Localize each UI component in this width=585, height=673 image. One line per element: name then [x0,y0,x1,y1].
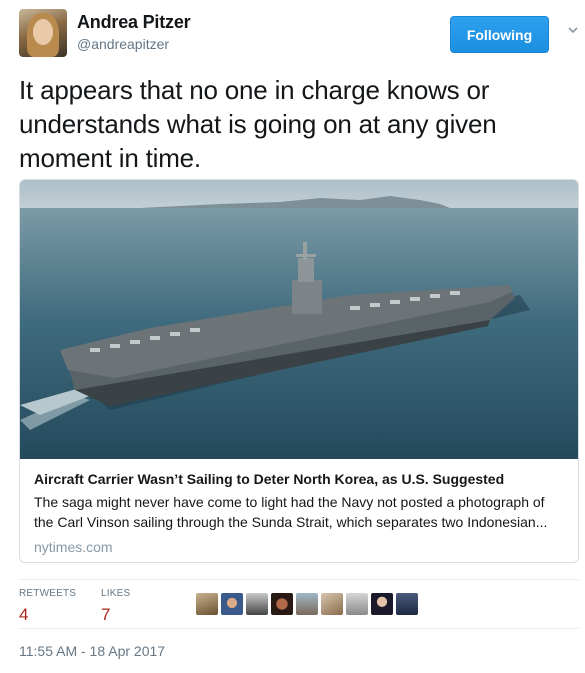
retweets-stat[interactable]: RETWEETS 4 [19,588,76,625]
author-avatar[interactable] [19,9,67,57]
following-button[interactable]: Following [450,16,549,53]
tweet-text-line: understands what is going on at any give… [19,109,497,139]
card-description: The saga might never have come to light … [34,492,569,532]
author-handle[interactable]: @andreapitzer [77,36,190,52]
card-description-line: The saga might never have come to light … [34,494,545,510]
likes-label: LIKES [101,588,131,599]
tweet-text-line: moment in time. [19,143,201,173]
tweet-timestamp[interactable]: 11:55 AM - 18 Apr 2017 [19,643,165,659]
retweets-label: RETWEETS [19,588,77,599]
divider [19,628,579,629]
card-image-aircraft-carrier[interactable] [20,180,578,459]
author-name-block[interactable]: Andrea Pitzer @andreapitzer [77,12,191,52]
liker-avatar[interactable] [246,593,268,615]
chevron-down-icon[interactable] [566,23,580,37]
likes-count[interactable]: 7 [101,605,130,625]
liker-avatar[interactable] [221,593,243,615]
liker-avatar[interactable] [321,593,343,615]
retweets-count[interactable]: 4 [19,605,76,625]
liker-avatar[interactable] [396,593,418,615]
card-description-line: the Carl Vinson sailing through the Sund… [34,514,548,530]
tweet-text: It appears that no one in charge knows o… [19,73,564,175]
card-domain[interactable]: nytimes.com [34,539,569,555]
card-body[interactable]: Aircraft Carrier Wasn’t Sailing to Deter… [34,470,569,555]
liker-avatar[interactable] [296,593,318,615]
liker-avatar[interactable] [271,593,293,615]
liker-avatar[interactable] [196,593,218,615]
liker-avatar[interactable] [371,593,393,615]
link-card[interactable]: Aircraft Carrier Wasn’t Sailing to Deter… [19,179,579,563]
likes-stat[interactable]: LIKES 7 [101,588,130,625]
divider [19,579,579,580]
liker-avatar[interactable] [346,593,368,615]
card-title[interactable]: Aircraft Carrier Wasn’t Sailing to Deter… [34,470,569,488]
tweet-header: Andrea Pitzer @andreapitzer Following [19,9,579,61]
avatar-face-shape [33,19,53,45]
author-display-name[interactable]: Andrea Pitzer [77,12,191,33]
tweet-text-line: It appears that no one in charge knows o… [19,75,490,105]
